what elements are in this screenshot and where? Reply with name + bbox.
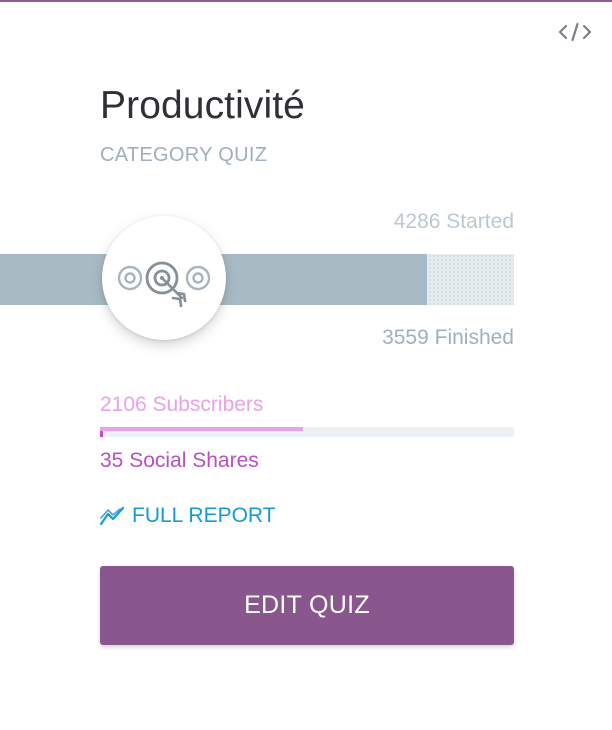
social-shares-count: 35 Social Shares [100,449,259,472]
shares-marker [100,431,103,437]
full-report-link[interactable]: FULL REPORT [100,504,276,528]
trend-chart-icon [100,506,125,526]
completion-funnel-bar [0,254,514,305]
quiz-title: Productivité [100,84,305,127]
subscribers-bar [100,427,514,437]
started-count: 4286 Started [393,210,514,233]
quiz-category: CATEGORY QUIZ [100,144,268,166]
target-icon [117,261,211,308]
subscribers-fill [100,427,304,431]
full-report-label: FULL REPORT [132,504,276,527]
finished-count: 3559 Finished [382,326,514,349]
edit-quiz-button[interactable]: EDIT QUIZ [100,566,514,645]
subscribers-count: 2106 Subscribers [100,393,264,416]
quiz-card: Productivité CATEGORY QUIZ 4286 Started [0,0,612,730]
quiz-type-badge [102,216,226,340]
code-embed-icon[interactable] [558,20,592,44]
